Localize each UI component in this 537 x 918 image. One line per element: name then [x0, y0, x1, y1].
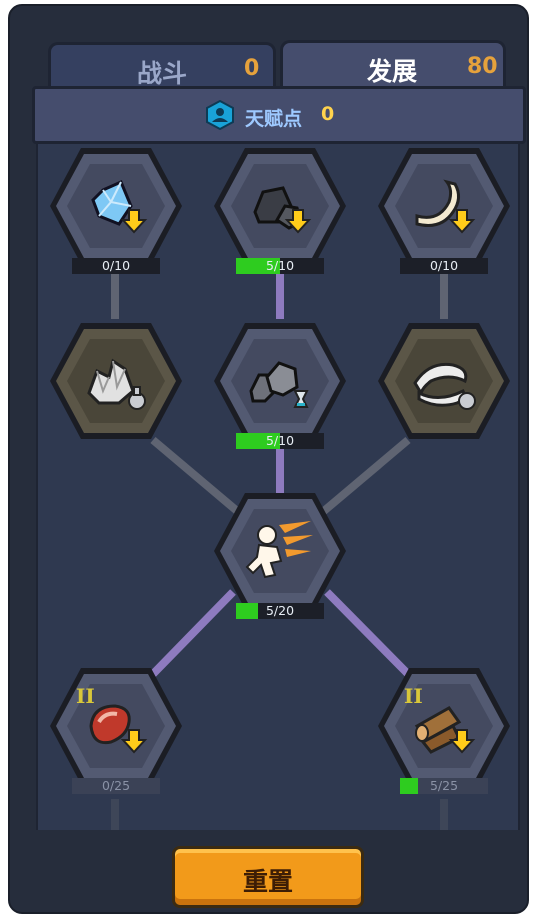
node-wood-upgrade[interactable]: II 5/25	[374, 664, 514, 794]
talent-point-icon	[205, 99, 235, 134]
progress-bar: 5/10	[236, 433, 324, 449]
progress-bar: 0/25	[72, 778, 160, 794]
node-crystal-pile[interactable]	[46, 319, 186, 449]
node-crystal-upgrade[interactable]: 0/10	[46, 144, 186, 274]
progress-text: 0/10	[101, 258, 131, 273]
progress-text: 5/20	[265, 603, 295, 618]
tab-development-count: 80	[467, 54, 498, 79]
progress-text: 5/10	[265, 433, 295, 448]
talent-points-label: 天赋点	[245, 108, 303, 130]
node-stone-upgrade[interactable]: 5/10	[210, 144, 350, 274]
progress-bar: 5/25	[400, 778, 488, 794]
node-bone-pile[interactable]	[374, 319, 514, 449]
game-screen: 战斗 0 发展 80 天赋点 0 0/10 5/10 0/10 5/10 5/2…	[0, 0, 537, 918]
progress-text: 5/10	[265, 258, 295, 273]
reset-button-label: 重置	[242, 867, 293, 896]
tab-development[interactable]: 发展 80	[280, 40, 506, 90]
progress-bar: 0/10	[72, 258, 160, 274]
progress-text: 0/25	[101, 778, 131, 793]
reset-button[interactable]: 重置	[172, 846, 364, 908]
talent-points-bar: 天赋点 0	[32, 86, 526, 144]
skill-tree: 0/10 5/10 0/10 5/10 5/20 II 0/25 II 5/25	[36, 144, 520, 830]
talent-points-value: 0	[321, 103, 335, 125]
progress-text: 0/10	[429, 258, 459, 273]
tab-combat-count: 0	[244, 56, 260, 81]
tab-combat-label: 战斗	[137, 59, 188, 88]
development-panel: 战斗 0 发展 80 天赋点 0 0/10 5/10 0/10 5/10 5/2…	[8, 4, 529, 914]
progress-bar: 5/20	[236, 603, 324, 619]
node-meat-upgrade[interactable]: II 0/25	[46, 664, 186, 794]
progress-text: 5/25	[429, 778, 459, 793]
tab-combat[interactable]: 战斗 0	[48, 42, 276, 88]
progress-bar: 0/10	[400, 258, 488, 274]
node-speed-boost[interactable]: 5/20	[210, 489, 350, 619]
tab-development-label: 发展	[367, 57, 418, 86]
node-stone-pile[interactable]: 5/10	[210, 319, 350, 449]
node-bone-upgrade[interactable]: 0/10	[374, 144, 514, 274]
progress-bar: 5/10	[236, 258, 324, 274]
